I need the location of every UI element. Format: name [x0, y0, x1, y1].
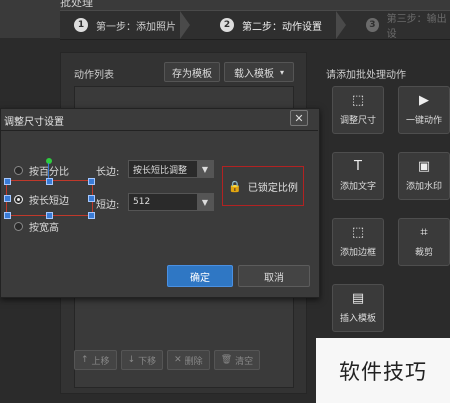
cancel-button[interactable]: 取消 [238, 265, 310, 287]
step-1-number: 1 [74, 18, 88, 32]
delete-icon: ✕ [174, 355, 182, 365]
window-title: 批处理 [60, 0, 93, 9]
step-2-number: 2 [220, 18, 234, 32]
load-template-dropdown[interactable]: 载入模板 ▾ [224, 62, 294, 82]
load-template-label: 载入模板 [233, 68, 274, 80]
border-icon: ⬚ [351, 225, 365, 240]
clear-button[interactable]: 🗑 清空 [213, 350, 261, 370]
dialog-title: 调整尺寸设置 [4, 117, 64, 128]
resize-handle [4, 178, 11, 185]
move-down-button[interactable]: ↓ 下移 [120, 350, 164, 370]
lock-aspect-toggle[interactable]: 🔒 已锁定比例 [222, 166, 304, 206]
lock-icon: 🔒 [228, 179, 242, 193]
long-side-label: 长边: [96, 167, 120, 178]
list-toolbar: ↑ 上移 ↓ 下移 ✕ 删除 🗑 清空 [74, 350, 292, 374]
step-1-label: 第一步：添加照片 [96, 21, 176, 33]
radio-dot [14, 166, 23, 175]
one-click-action-label: 一键动作 [405, 116, 442, 126]
step-bar: 1 第一步：添加照片 2 第二步：动作设置 3 第三步：输出设 [60, 10, 450, 40]
watermark-icon: ▣ [417, 159, 431, 174]
step-3-number: 3 [366, 18, 379, 32]
radio-by-width-height[interactable]: 按宽高 [14, 219, 59, 234]
delete-label: 删除 [184, 356, 203, 367]
add-text-label: 添加文字 [339, 182, 376, 192]
chevron-down-icon: ▾ [279, 67, 284, 77]
chevron-down-icon: ▼ [197, 161, 213, 177]
move-up-label: 上移 [91, 356, 110, 367]
resize-handle [88, 178, 95, 185]
add-watermark-tile[interactable]: ▣ 添加水印 [398, 152, 450, 200]
step-1[interactable]: 1 第一步：添加照片 [74, 11, 176, 39]
resize-handle [4, 212, 11, 219]
step-2-label: 第二步：动作设置 [242, 21, 322, 33]
crop-label: 裁剪 [414, 248, 433, 258]
resize-handle [46, 212, 53, 219]
rotate-handle [46, 158, 52, 164]
radio-by-percent-label: 按百分比 [29, 167, 69, 178]
step-chevron [336, 11, 346, 39]
save-template-button[interactable]: 存为模板 [164, 62, 220, 82]
radio-by-percent[interactable]: 按百分比 [14, 163, 69, 178]
resize-handle [88, 195, 95, 202]
radio-by-width-height-label: 按宽高 [29, 223, 59, 234]
arrow-up-icon: ↑ [81, 355, 89, 365]
short-side-value: 512 [133, 197, 151, 207]
add-border-label: 添加边框 [339, 248, 376, 258]
move-up-button[interactable]: ↑ 上移 [74, 350, 117, 370]
resize-handle [4, 195, 11, 202]
add-watermark-label: 添加水印 [405, 182, 442, 192]
step-chevron [180, 11, 190, 39]
insert-template-tile[interactable]: ▤ 插入模板 [332, 284, 384, 332]
chevron-down-icon: ▼ [197, 194, 213, 210]
long-side-value: 按长短比调整 [133, 165, 188, 176]
dialog-divider [0, 130, 318, 131]
selection-highlight [6, 180, 93, 216]
crop-icon: ⌗ [420, 225, 428, 240]
short-side-input[interactable]: 512 ▼ [128, 193, 214, 211]
one-click-action-tile[interactable]: ▶ 一键动作 [398, 86, 450, 134]
resize-action-tile[interactable]: ⬚ 调整尺寸 [332, 86, 384, 134]
delete-button[interactable]: ✕ 删除 [167, 350, 210, 370]
add-text-tile[interactable]: T 添加文字 [332, 152, 384, 200]
play-icon: ▶ [419, 93, 429, 108]
radio-dot [14, 222, 23, 231]
batch-actions-label: 请添加批处理动作 [326, 70, 406, 81]
short-side-label: 短边: [96, 200, 120, 211]
insert-template-label: 插入模板 [339, 314, 376, 324]
trash-icon: 🗑 [220, 355, 233, 365]
ok-button[interactable]: 确定 [167, 265, 233, 287]
resize-action-label: 调整尺寸 [339, 116, 376, 126]
lock-aspect-label: 已锁定比例 [247, 182, 298, 194]
step-2[interactable]: 2 第二步：动作设置 [220, 11, 322, 39]
close-icon[interactable]: ✕ [290, 110, 308, 126]
arrow-down-icon: ↓ [127, 355, 136, 365]
step-3-label: 第三步：输出设 [386, 14, 447, 40]
move-down-label: 下移 [138, 356, 157, 367]
resize-icon: ⬚ [351, 93, 365, 108]
crop-tile[interactable]: ⌗ 裁剪 [398, 218, 450, 266]
add-border-tile[interactable]: ⬚ 添加边框 [332, 218, 384, 266]
action-list-label: 动作列表 [74, 70, 114, 81]
step-3[interactable]: 3 第三步：输出设 [366, 11, 450, 40]
site-watermark: 软件技巧 [316, 338, 450, 403]
long-side-select[interactable]: 按长短比调整 ▼ [128, 160, 214, 178]
template-icon: ▤ [351, 291, 365, 306]
resize-handle [88, 212, 95, 219]
clear-label: 清空 [235, 356, 254, 367]
text-icon: T [354, 159, 362, 174]
resize-handle [46, 178, 53, 185]
